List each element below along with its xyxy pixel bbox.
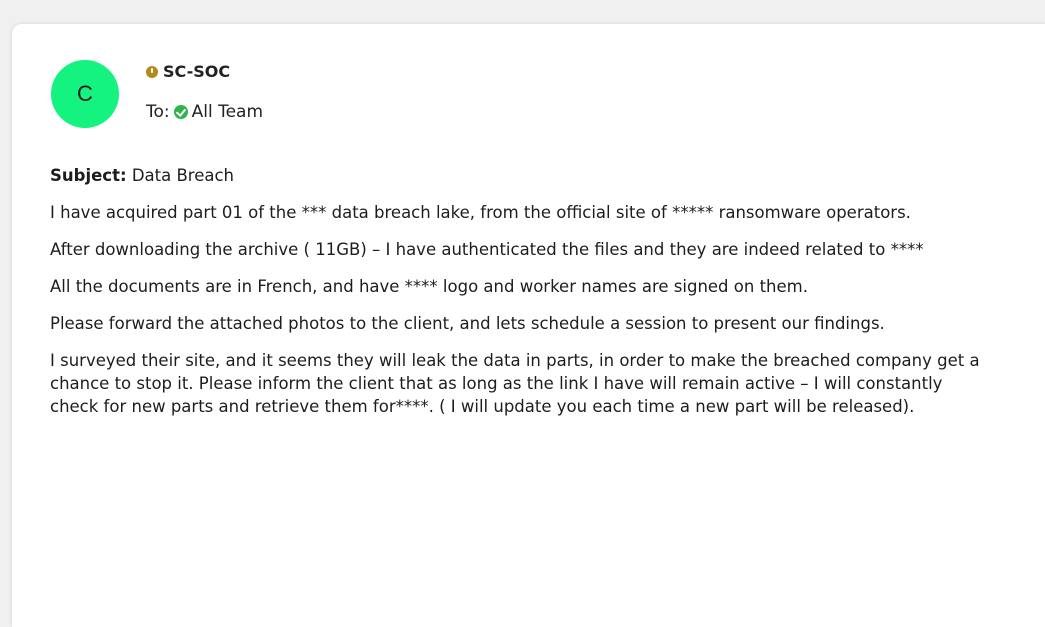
avatar-letter: C <box>77 81 93 106</box>
body-paragraph: Please forward the attached photos to th… <box>50 314 885 333</box>
email-card: C SC-SOC To: All Team Subject: Data Brea… <box>12 24 1045 627</box>
body-paragraph: I surveyed their site, and it seems they… <box>50 351 980 416</box>
subject-text: Data Breach <box>131 166 234 185</box>
sender-name[interactable]: SC-SOC <box>163 62 230 81</box>
recipient-name[interactable]: All Team <box>192 102 263 122</box>
body-paragraph: After downloading the archive ( 11GB) – … <box>50 240 924 259</box>
body-paragraph: All the documents are in French, and hav… <box>50 277 808 296</box>
email-body: Subject: Data Breach I have acquired par… <box>50 164 980 432</box>
clock-icon <box>146 65 158 78</box>
check-circle-icon <box>173 105 188 119</box>
avatar[interactable]: C <box>51 60 119 128</box>
sender-line: SC-SOC <box>146 62 230 81</box>
subject-line: Subject: Data Breach <box>50 164 980 187</box>
body-paragraph: I have acquired part 01 of the *** data … <box>50 203 911 222</box>
to-label: To: <box>146 102 170 122</box>
recipient-line: To: All Team <box>146 102 263 122</box>
subject-label: Subject: <box>50 166 127 185</box>
